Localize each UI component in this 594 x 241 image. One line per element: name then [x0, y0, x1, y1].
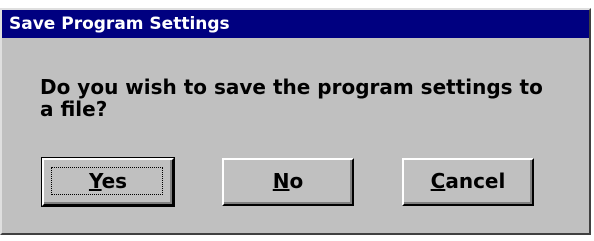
cancel-label-rest: ancel — [445, 169, 506, 193]
yes-label-rest: es — [101, 169, 128, 193]
cancel-mnemonic: C — [430, 169, 446, 193]
dialog-titlebar[interactable]: Save Program Settings — [2, 10, 589, 38]
save-settings-dialog: Save Program Settings Do you wish to sav… — [0, 8, 591, 235]
yes-button-label: Yes — [89, 169, 127, 193]
no-mnemonic: N — [272, 169, 290, 193]
cancel-button[interactable]: Cancel — [402, 158, 534, 206]
yes-mnemonic: Y — [88, 169, 102, 193]
dialog-title: Save Program Settings — [9, 14, 230, 34]
top-strip — [0, 0, 594, 8]
dialog-message: Do you wish to save the program settings… — [40, 75, 543, 121]
no-button[interactable]: No — [222, 158, 354, 206]
no-label-rest: o — [289, 169, 304, 193]
cancel-button-label: Cancel — [431, 169, 506, 193]
yes-button[interactable]: Yes — [41, 157, 175, 207]
no-button-label: No — [273, 169, 304, 193]
